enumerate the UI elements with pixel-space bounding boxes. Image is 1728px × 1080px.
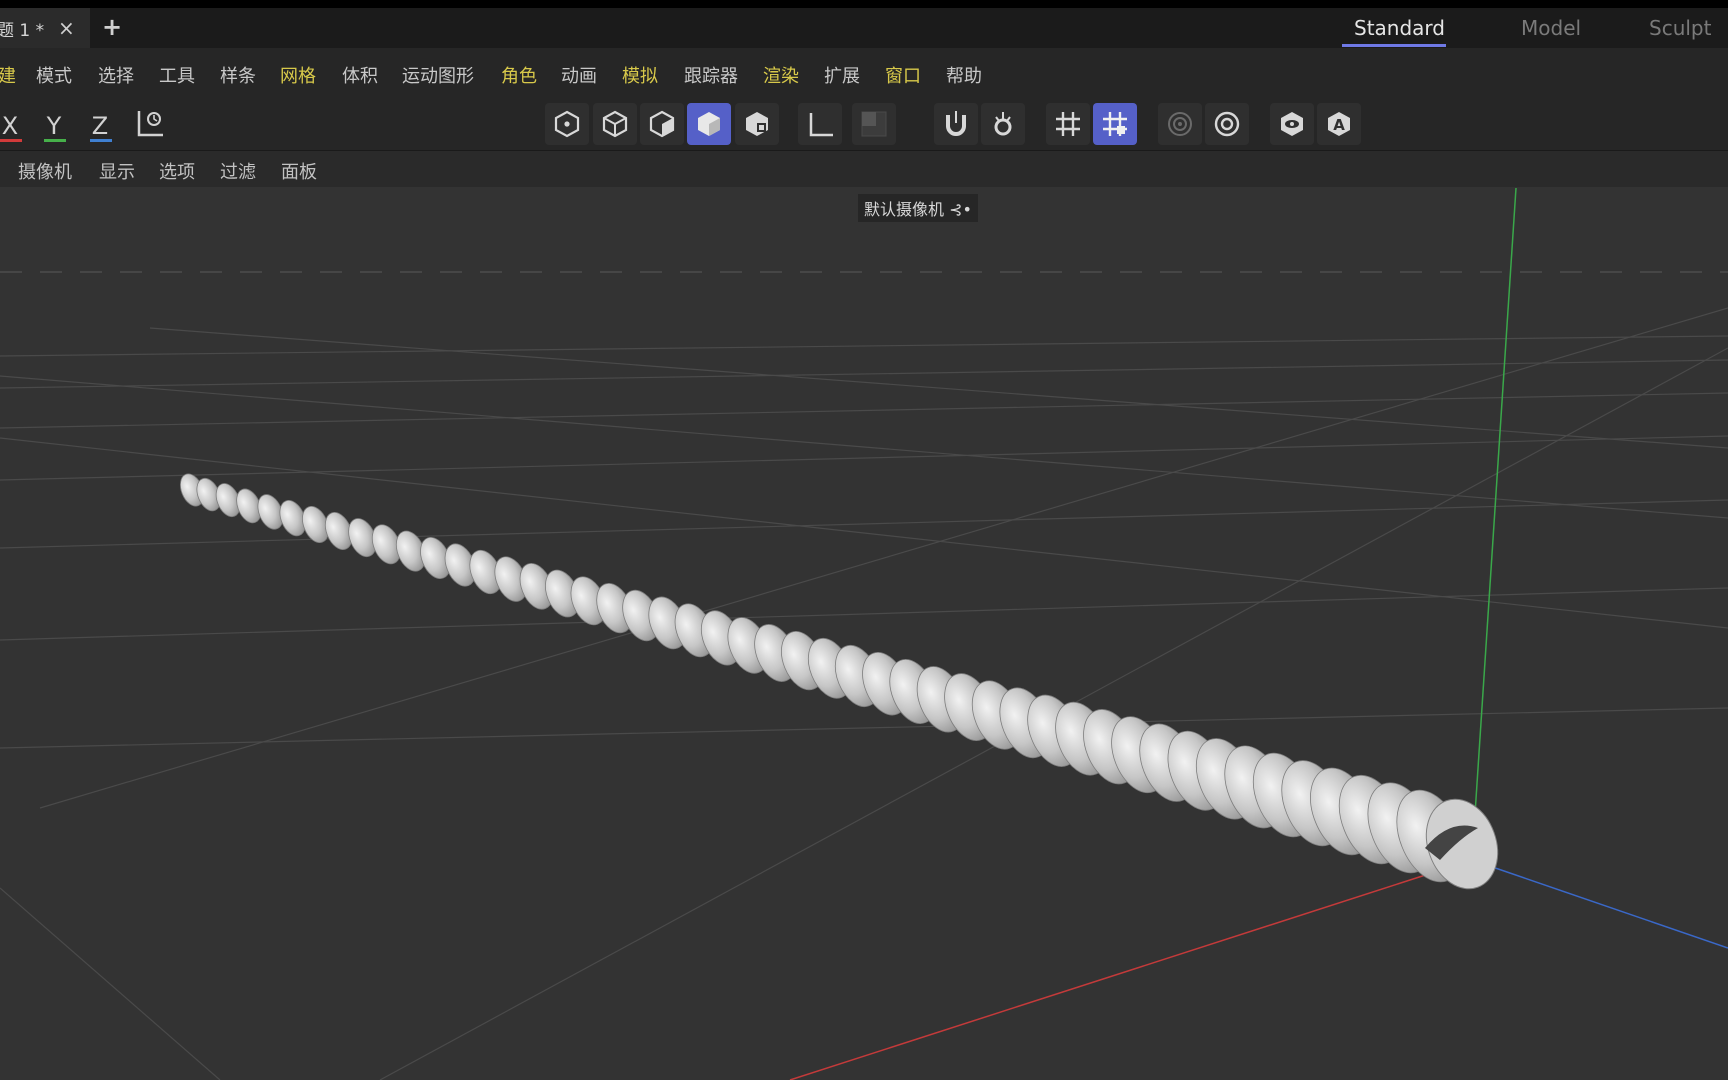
menu-item-15[interactable]: 帮助 <box>946 62 982 88</box>
grid-line <box>0 887 221 1080</box>
grid-line <box>0 435 1728 481</box>
viewport-scene[interactable] <box>0 188 1728 1080</box>
view-menu-panel[interactable]: 面板 <box>281 158 317 184</box>
menu-item-7[interactable]: 运动图形 <box>402 62 474 88</box>
viewport-render-button[interactable] <box>1270 103 1314 145</box>
grid-line <box>0 437 1728 629</box>
menu-item-9[interactable]: 动画 <box>561 62 597 88</box>
grid-button[interactable] <box>1046 103 1090 145</box>
workplane-grid-icon <box>1103 112 1127 136</box>
axis-y-label: Y <box>46 112 62 140</box>
3d-viewport[interactable]: 默认摄像机 ⊰• <box>0 188 1728 1080</box>
menu-item-5[interactable]: 网格 <box>280 62 316 88</box>
solo-mode-icon <box>861 111 887 137</box>
auto-render-button[interactable]: A <box>1317 103 1361 145</box>
axis-y-toggle[interactable]: Y <box>34 106 74 146</box>
auto-render-icon: A <box>1328 112 1350 136</box>
svg-text:A: A <box>1333 116 1345 134</box>
model-mode-button[interactable] <box>687 103 731 145</box>
active-layout-indicator <box>1342 44 1446 47</box>
texture-mode-button[interactable] <box>735 103 779 145</box>
menu-item-0[interactable]: 建 <box>0 62 16 88</box>
axis-z-label: Z <box>91 112 109 140</box>
view-menu-camera[interactable]: 摄像机 <box>18 158 72 184</box>
view-menu-display[interactable]: 显示 <box>99 158 135 184</box>
menu-item-6[interactable]: 体积 <box>342 62 378 88</box>
document-tab[interactable]: 题 1 * <box>0 8 90 48</box>
y-axis-line <box>1471 188 1517 861</box>
grid-line <box>0 359 1728 389</box>
axis-mode-button[interactable] <box>798 103 842 145</box>
points-mode-button[interactable] <box>545 103 589 145</box>
axis-x-toggle[interactable]: X <box>0 106 30 146</box>
texture-mode-icon <box>746 112 768 136</box>
menu-item-13[interactable]: 扩展 <box>824 62 860 88</box>
main-toolbar: X Y Z A <box>0 100 1728 150</box>
grid-icon <box>1056 112 1080 136</box>
workplane-grid-button[interactable] <box>1093 103 1137 145</box>
app-window: 题 1 * × + Standard Model Sculpt 建模式 选择 工具样… <box>0 0 1728 1080</box>
axis-z-underline <box>90 139 112 142</box>
layout-tab-standard[interactable]: Standard <box>1354 16 1445 40</box>
viewport-render-icon <box>1281 112 1303 136</box>
x-axis-line <box>789 859 1473 1080</box>
render-region-button[interactable] <box>1158 103 1202 145</box>
helix-object[interactable] <box>176 470 1510 898</box>
render-settings-button[interactable] <box>1205 103 1249 145</box>
menu-item-4[interactable]: 样条 <box>220 62 256 88</box>
z-axis-line <box>1471 859 1728 949</box>
axis-mode-icon <box>809 113 833 137</box>
tab-bar: 题 1 * × + Standard Model Sculpt <box>0 8 1728 48</box>
points-mode-icon <box>554 110 580 138</box>
edges-mode-icon <box>602 110 628 138</box>
render-region-icon <box>1168 112 1192 136</box>
axis-y-underline <box>44 139 66 142</box>
grid-line <box>0 587 1728 641</box>
menu-item-3[interactable]: 工具 <box>159 62 195 88</box>
grid-line <box>0 335 1728 357</box>
snap-magnet-icon <box>946 111 966 136</box>
grid-line <box>0 375 1728 519</box>
viewport-menu-bar: 摄像机 显示 选项 过滤 面板 <box>0 150 1728 187</box>
menu-item-1[interactable]: 模式 <box>36 62 72 88</box>
snap-settings-button[interactable] <box>981 103 1025 145</box>
solo-mode-button[interactable] <box>852 103 896 145</box>
camera-label-text: 默认摄像机 <box>864 200 945 219</box>
menu-item-8[interactable]: 角色 <box>501 62 537 88</box>
axis-x-label: X <box>1 112 19 140</box>
snap-magnet-button[interactable] <box>934 103 978 145</box>
camera-label-icon: ⊰• <box>949 200 972 219</box>
close-tab-icon[interactable]: × <box>58 16 75 40</box>
snap-settings-icon <box>994 112 1012 136</box>
axis-x-underline <box>0 139 22 142</box>
view-menu-options[interactable]: 选项 <box>159 158 195 184</box>
camera-label[interactable]: 默认摄像机 ⊰• <box>858 194 978 222</box>
layout-tab-sculpt[interactable]: Sculpt <box>1649 16 1711 40</box>
add-tab-icon[interactable]: + <box>102 13 122 41</box>
menu-item-12[interactable]: 渲染 <box>763 62 799 88</box>
model-mode-icon <box>698 112 720 136</box>
grid-line <box>149 327 1728 449</box>
menu-item-2[interactable]: 选择 <box>98 62 134 88</box>
coordinate-system-icon <box>137 111 163 137</box>
top-black-strip <box>0 0 1728 8</box>
coordinate-system-button[interactable] <box>128 103 172 145</box>
edges-mode-button[interactable] <box>593 103 637 145</box>
render-settings-icon <box>1214 111 1240 137</box>
grid-line <box>0 707 1728 749</box>
menu-bar: 建模式 选择 工具 样条 网格 体积 运动图形 角色 动画 模拟 跟踪器 渲染 扩展 窗口 帮助 <box>0 48 1728 100</box>
polygons-mode-icon <box>649 110 675 138</box>
document-tab-label: 题 1 * <box>0 20 45 41</box>
axis-z-toggle[interactable]: Z <box>80 106 120 146</box>
menu-item-10[interactable]: 模拟 <box>622 62 658 88</box>
polygons-mode-button[interactable] <box>640 103 684 145</box>
menu-item-14[interactable]: 窗口 <box>885 62 921 88</box>
view-menu-filter[interactable]: 过滤 <box>220 158 256 184</box>
grid-line <box>0 392 1728 429</box>
layout-tab-model[interactable]: Model <box>1521 16 1581 40</box>
menu-item-11[interactable]: 跟踪器 <box>684 62 738 88</box>
